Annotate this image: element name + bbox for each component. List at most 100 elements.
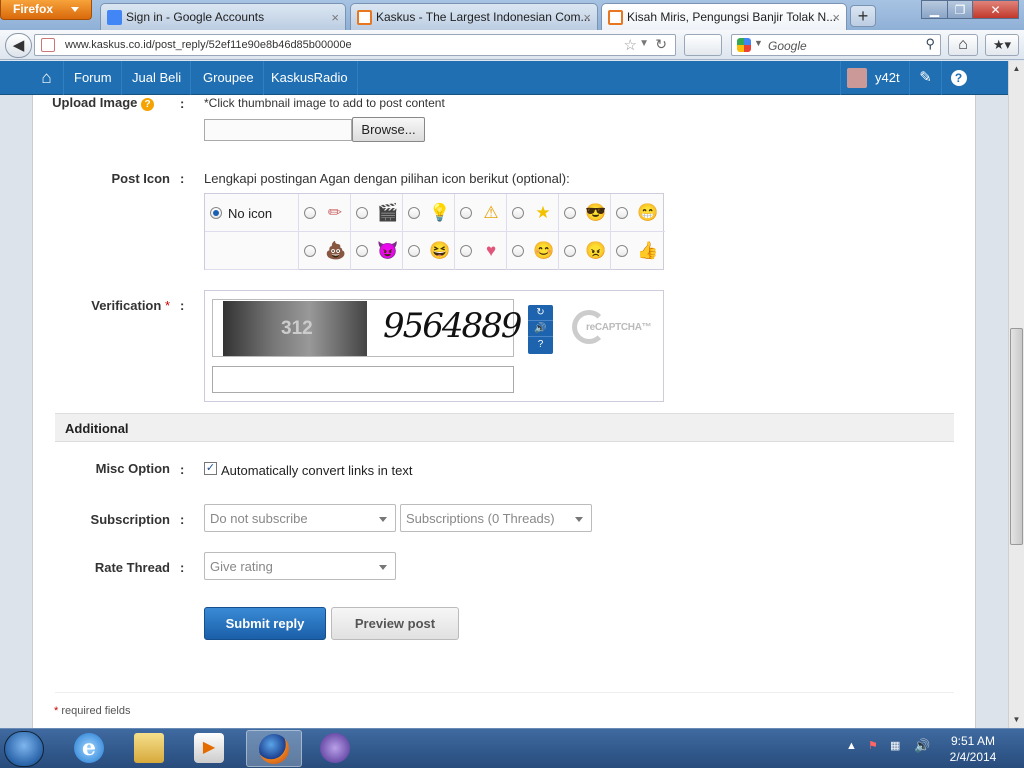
scroll-down-icon[interactable]: ▼ — [1009, 712, 1024, 728]
tab-kisah-miris[interactable]: Kisah Miris, Pengungsi Banjir Tolak N...… — [601, 3, 847, 31]
rate-thread-select[interactable]: Give rating — [204, 552, 396, 580]
radio-angry[interactable] — [564, 245, 576, 257]
nav-forum[interactable]: Forum — [65, 61, 122, 95]
preview-post-button[interactable]: Preview post — [331, 607, 459, 640]
icon-option-none[interactable]: No icon — [205, 194, 299, 232]
radio-cool[interactable] — [564, 207, 576, 219]
required-fields-note: * required fields — [54, 705, 131, 717]
icon-option-pencil[interactable]: ✏ — [299, 194, 351, 232]
pencil-icon[interactable]: ✎ — [909, 61, 941, 95]
radio-star[interactable] — [512, 207, 524, 219]
minimize-button[interactable]: ▁ — [921, 0, 948, 19]
radio-laughing[interactable] — [408, 245, 420, 257]
back-button[interactable]: ◀ — [5, 33, 32, 58]
url-bar[interactable]: www.kaskus.co.id/post_reply/52ef11e90e8b… — [34, 34, 676, 56]
taskbar-app[interactable] — [308, 730, 364, 767]
additional-section-header: Additional — [55, 413, 954, 442]
icon-option-cute[interactable]: 😊 — [507, 232, 559, 270]
browse-button[interactable]: Browse... — [352, 117, 425, 142]
site-identity-icon[interactable] — [41, 38, 55, 52]
start-button[interactable] — [4, 731, 44, 767]
history-dropdown-icon[interactable]: ▼ — [639, 38, 649, 49]
kaskus-icon — [357, 10, 372, 25]
heart-icon: ♥ — [485, 241, 497, 260]
close-window-button[interactable]: ✕ — [972, 0, 1019, 19]
action-center-icon[interactable]: ⚑ — [868, 739, 878, 752]
icon-option-poop[interactable]: 💩 — [299, 232, 351, 270]
google-icon[interactable] — [737, 38, 751, 52]
nav-kaskusradio[interactable]: KaskusRadio — [262, 61, 358, 95]
refresh-icon[interactable]: ↻ — [528, 305, 553, 321]
subscriptions-folder-select[interactable]: Subscriptions (0 Threads) — [400, 504, 592, 532]
chevron-down-icon[interactable]: ▼ — [754, 38, 763, 48]
radio-pencil[interactable] — [304, 207, 316, 219]
submit-reply-button[interactable]: Submit reply — [204, 607, 326, 640]
icon-option-grin[interactable]: 😁 — [611, 194, 665, 232]
captcha-response-input[interactable] — [212, 366, 514, 393]
vertical-scrollbar[interactable]: ▲ ▼ — [1008, 61, 1024, 728]
star-icon: ★ — [535, 203, 551, 222]
bookmarks-button[interactable]: ★▾ — [985, 34, 1019, 56]
nav-groupee[interactable]: Groupee — [194, 61, 264, 95]
tab-label: Kaskus - The Largest Indonesian Com... — [376, 10, 591, 24]
captcha-photo-text: 312 — [223, 301, 367, 356]
taskbar-internet-explorer[interactable]: e — [62, 730, 118, 767]
scrollbar-thumb[interactable] — [1010, 328, 1023, 545]
radio-grin[interactable] — [616, 207, 628, 219]
close-tab-icon[interactable]: × — [583, 10, 591, 25]
file-path-input[interactable] — [204, 119, 352, 141]
icon-option-devil[interactable]: 😈 — [351, 232, 403, 270]
icon-option-thumbs-up[interactable]: 👍 — [611, 232, 665, 270]
taskbar-clock[interactable]: 9:51 AM 2/4/2014 — [940, 733, 1006, 765]
scroll-up-icon[interactable]: ▲ — [1009, 61, 1024, 77]
audio-icon[interactable]: 🔊 — [528, 321, 553, 337]
radio-devil[interactable] — [356, 245, 368, 257]
network-icon[interactable]: ▦ — [890, 739, 900, 752]
show-hidden-icons[interactable]: ▲ — [846, 740, 857, 752]
icon-option-warning[interactable]: ⚠ — [455, 194, 507, 232]
convert-links-checkbox[interactable]: ✓ — [204, 462, 217, 475]
help-icon[interactable]: ? — [141, 98, 154, 111]
icon-option-angry[interactable]: 😠 — [559, 232, 611, 270]
help-button[interactable]: ? — [941, 61, 975, 95]
taskbar-media-player[interactable]: ▶ — [182, 730, 238, 767]
radio-heart[interactable] — [460, 245, 472, 257]
bookmark-star-icon[interactable]: ☆ — [624, 36, 637, 54]
radio-cute[interactable] — [512, 245, 524, 257]
tab-google-signin[interactable]: Sign in - Google Accounts × — [100, 3, 346, 30]
search-bar[interactable]: ▼ Google ⚲ — [731, 34, 941, 56]
tab-kaskus-home[interactable]: Kaskus - The Largest Indonesian Com... × — [350, 3, 598, 30]
firefox-menu-button[interactable]: Firefox — [0, 0, 92, 20]
new-tab-button[interactable]: + — [850, 5, 876, 27]
icon-option-cool[interactable]: 😎 — [559, 194, 611, 232]
user-menu[interactable]: y42t — [840, 61, 906, 95]
radio-thumbs-up[interactable] — [616, 245, 628, 257]
icon-option-star[interactable]: ★ — [507, 194, 559, 232]
volume-icon[interactable]: 🔊 — [914, 738, 930, 754]
download-button[interactable] — [684, 34, 722, 56]
icon-option-laughing[interactable]: 😆 — [403, 232, 455, 270]
post-icon-label: Post Icon — [111, 171, 170, 186]
app-icon — [320, 733, 350, 763]
icon-option-clapper[interactable]: 🎬 — [351, 194, 403, 232]
nav-jual-beli[interactable]: Jual Beli — [123, 61, 192, 95]
taskbar-explorer[interactable] — [122, 730, 178, 767]
icon-option-heart[interactable]: ♥ — [455, 232, 507, 270]
taskbar-firefox[interactable] — [246, 730, 302, 767]
home-button[interactable]: ⌂ — [948, 34, 978, 56]
close-tab-icon[interactable]: × — [331, 10, 339, 25]
maximize-button[interactable]: ❐ — [947, 0, 973, 19]
radio-poop[interactable] — [304, 245, 316, 257]
search-icon[interactable]: ⚲ — [925, 36, 935, 52]
radio-warning[interactable] — [460, 207, 472, 219]
help-icon[interactable]: ? — [528, 337, 553, 353]
reload-icon[interactable]: ↻ — [655, 36, 667, 53]
subscription-select[interactable]: Do not subscribe — [204, 504, 396, 532]
radio-clapper[interactable] — [356, 207, 368, 219]
home-icon[interactable]: ⌂ — [30, 61, 64, 95]
radio-no-icon[interactable] — [210, 207, 222, 219]
verification-label: Verification * — [91, 298, 170, 313]
icon-option-lightbulb[interactable]: 💡 — [403, 194, 455, 232]
radio-lightbulb[interactable] — [408, 207, 420, 219]
close-tab-icon[interactable]: × — [832, 10, 840, 25]
